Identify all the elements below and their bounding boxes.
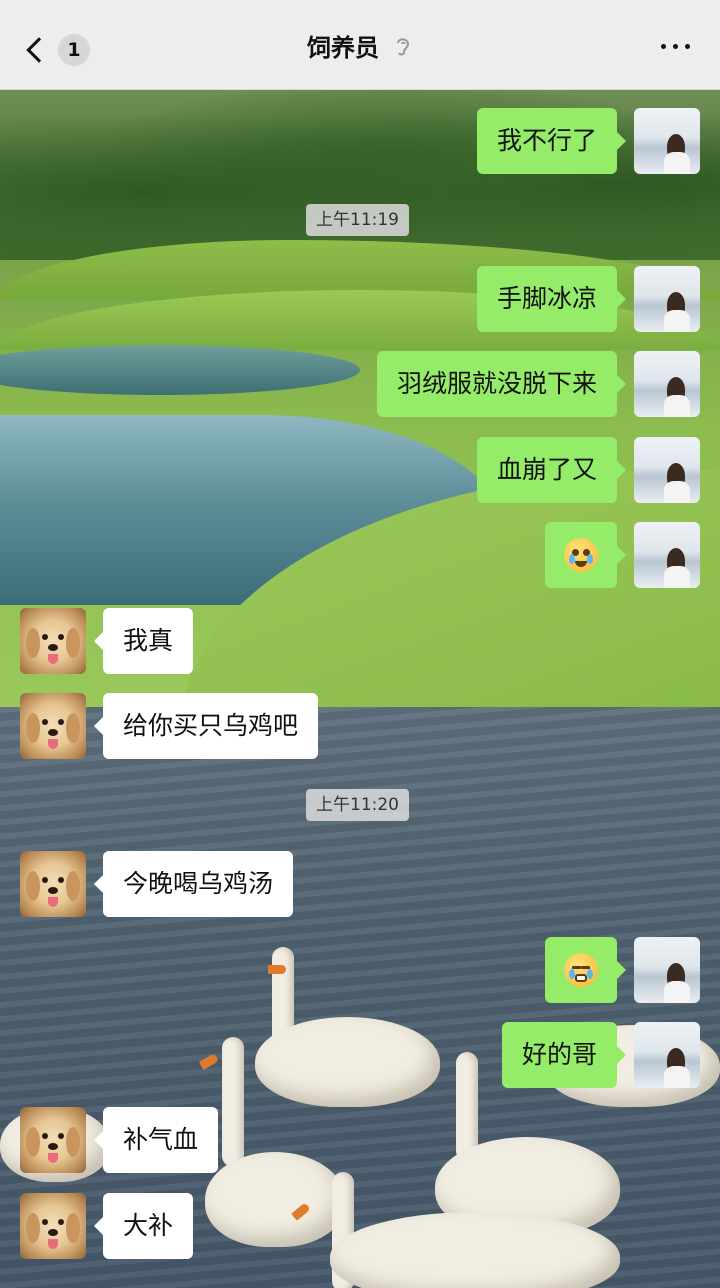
message-bubble-sent[interactable]: 血崩了又 bbox=[476, 437, 627, 503]
crying-face-icon bbox=[564, 538, 598, 572]
my-avatar[interactable] bbox=[634, 108, 700, 174]
contact-avatar[interactable] bbox=[20, 1193, 86, 1259]
swan-decoration bbox=[222, 1037, 244, 1167]
contact-avatar[interactable] bbox=[20, 851, 86, 917]
swan-decoration bbox=[205, 1152, 345, 1247]
message-bubble-received[interactable]: 给你买只乌鸡吧 bbox=[93, 693, 319, 759]
more-dot bbox=[673, 44, 678, 49]
my-avatar[interactable] bbox=[634, 437, 700, 503]
message-bubble-received[interactable]: 补气血 bbox=[93, 1107, 219, 1173]
my-avatar[interactable] bbox=[634, 522, 700, 588]
message-bubble-received[interactable]: 我真 bbox=[93, 608, 194, 674]
message-bubble-sent[interactable]: 好的哥 bbox=[501, 1022, 627, 1088]
swan-decoration bbox=[198, 1053, 220, 1070]
my-avatar[interactable] bbox=[634, 266, 700, 332]
pond bbox=[0, 345, 360, 395]
timestamp: 上午11:19 bbox=[306, 204, 409, 236]
contact-avatar[interactable] bbox=[20, 1107, 86, 1173]
chat-header: 1 饲养员 bbox=[0, 0, 720, 90]
swan-decoration bbox=[255, 1017, 440, 1107]
swan-decoration bbox=[268, 965, 286, 974]
message-bubble-sent[interactable]: 手脚冰凉 bbox=[476, 266, 627, 332]
chat-title-container: 饲养员 bbox=[0, 28, 720, 63]
chat-title: 饲养员 bbox=[307, 34, 379, 62]
more-options-button[interactable] bbox=[661, 44, 690, 49]
ear-mute-icon bbox=[397, 37, 410, 55]
contact-avatar[interactable] bbox=[20, 693, 86, 759]
more-dot bbox=[661, 44, 666, 49]
contact-avatar[interactable] bbox=[20, 608, 86, 674]
my-avatar[interactable] bbox=[634, 1022, 700, 1088]
my-avatar[interactable] bbox=[634, 351, 700, 417]
grimacing-tears-face-icon bbox=[564, 953, 598, 987]
message-bubble-sent[interactable]: 我不行了 bbox=[476, 108, 627, 174]
message-bubble-received[interactable]: 今晚喝乌鸡汤 bbox=[93, 851, 294, 917]
my-avatar[interactable] bbox=[634, 937, 700, 1003]
more-dot bbox=[685, 44, 690, 49]
emoji-message-sent[interactable] bbox=[545, 522, 626, 588]
timestamp: 上午11:20 bbox=[306, 789, 409, 821]
emoji-message-sent[interactable] bbox=[545, 937, 626, 1003]
message-bubble-received[interactable]: 大补 bbox=[93, 1193, 194, 1259]
message-bubble-sent[interactable]: 羽绒服就没脱下来 bbox=[376, 351, 627, 417]
